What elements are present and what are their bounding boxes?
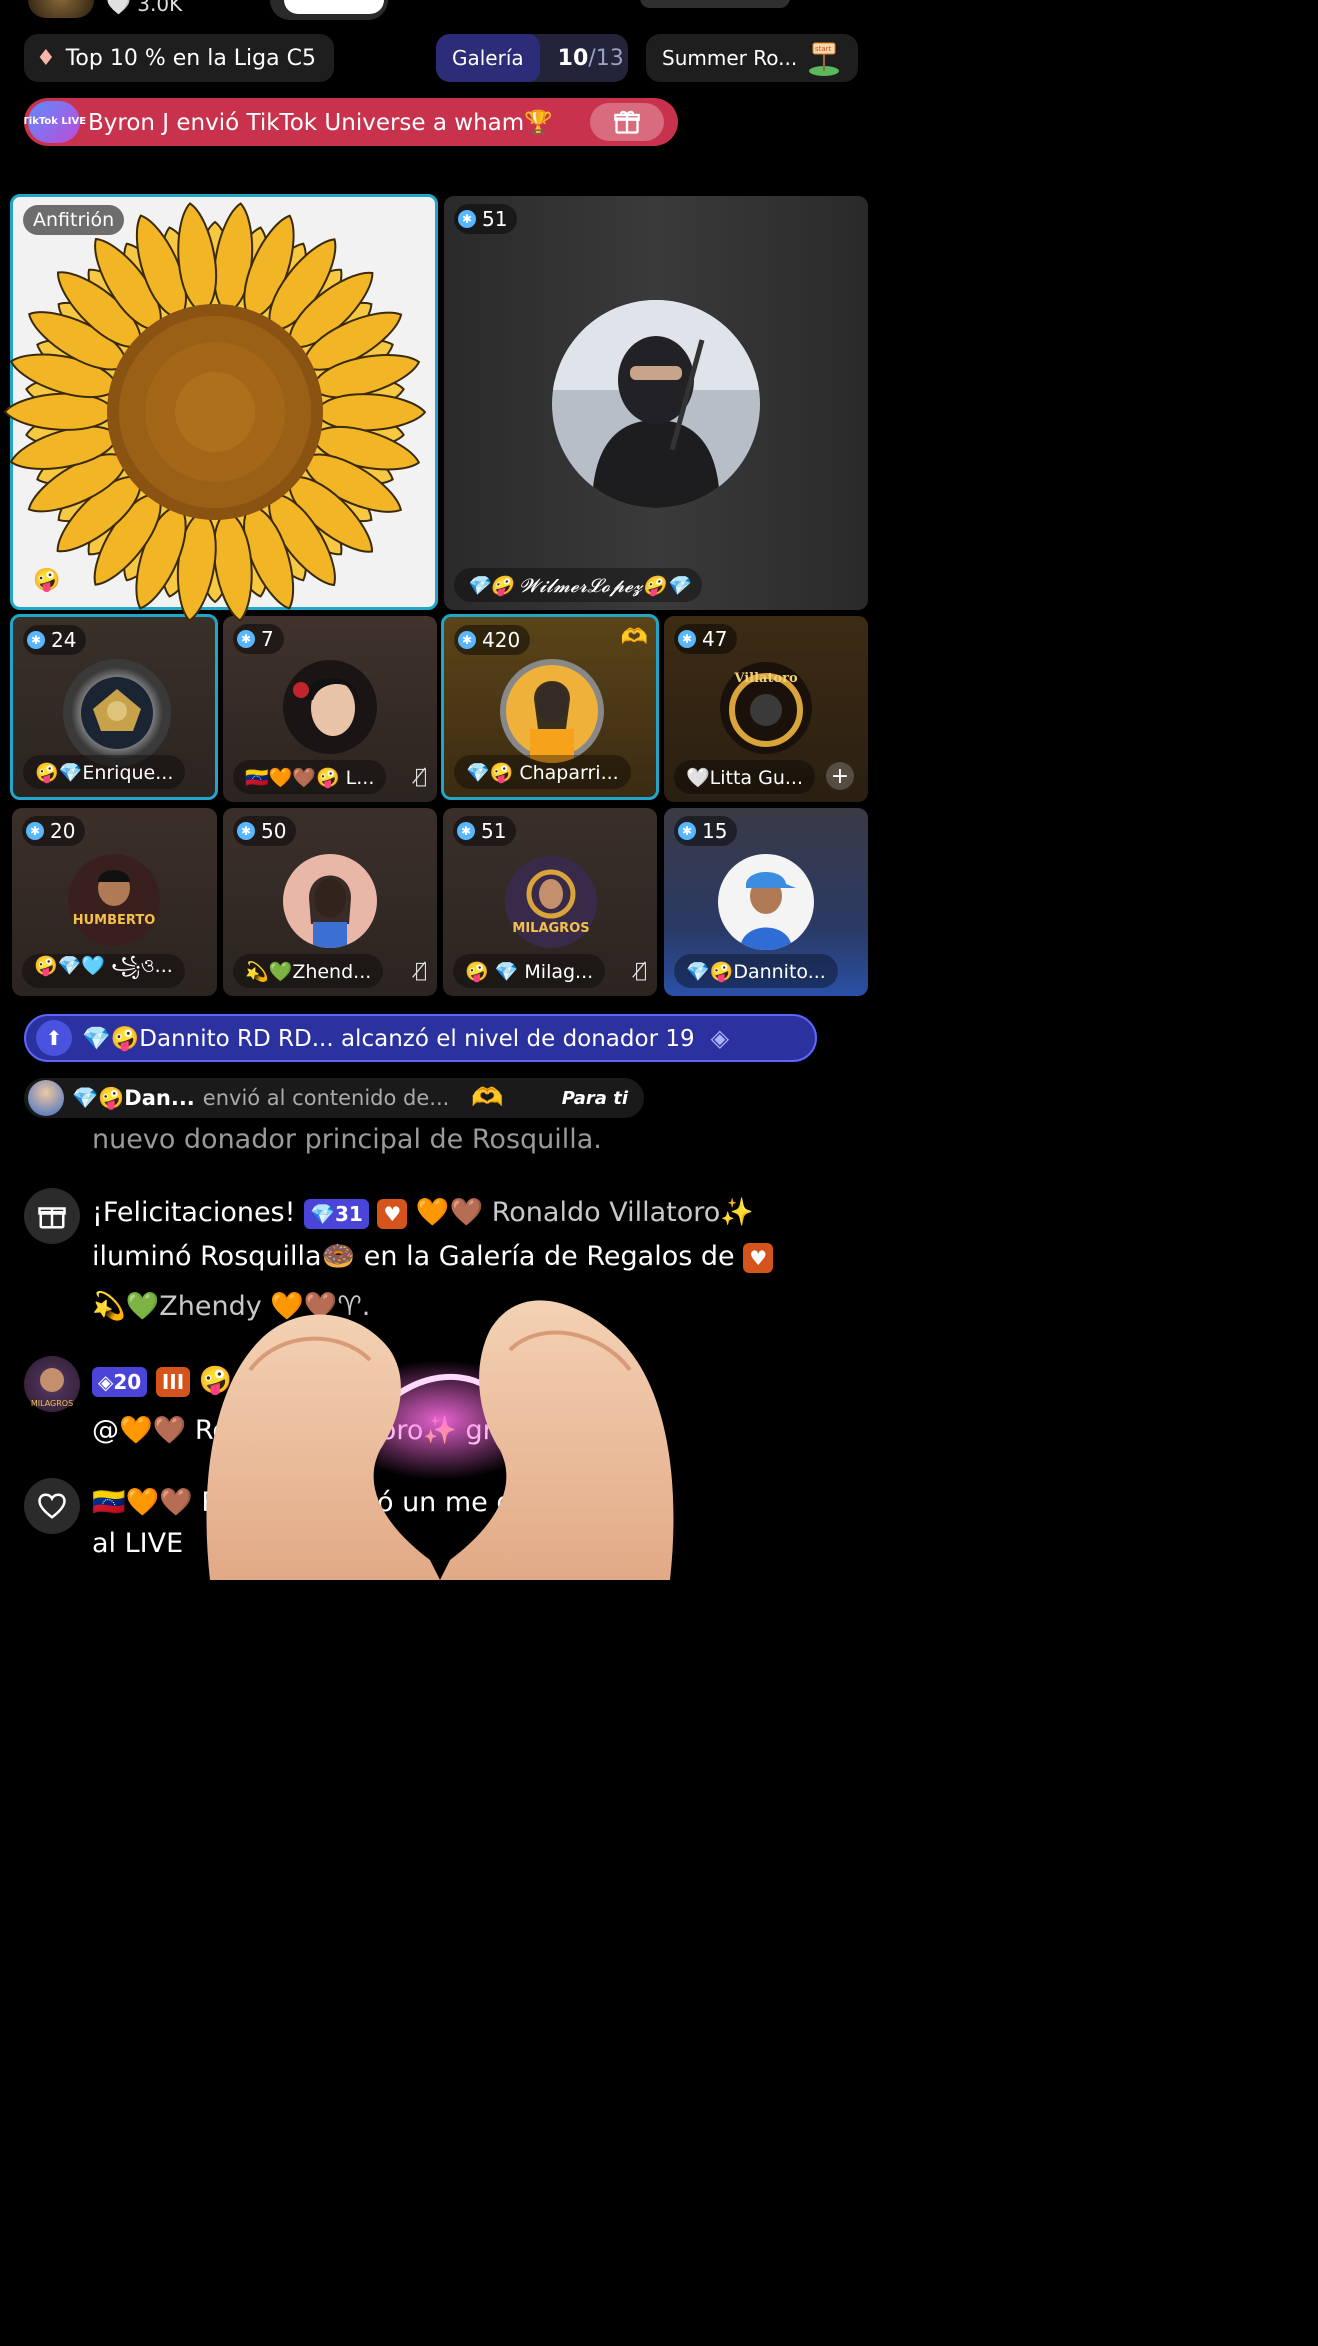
chat-text: nuevo donador principal de Rosquilla.	[92, 1124, 602, 1155]
avatar-text: MILAGROS	[31, 1399, 73, 1408]
svg-text:start: start	[815, 45, 832, 53]
chat-text: iluminó Rosquilla🍩 en la Galería de Rega…	[92, 1241, 735, 1272]
guest-tile-litta[interactable]: ✱ 47 Villatoro 🤍Litta Gu... +	[664, 616, 868, 802]
score-icon: ✱	[237, 822, 255, 840]
sunflower-petal	[313, 393, 427, 432]
avatar	[63, 659, 171, 767]
tiktok-live-logo: TikTok LIVE	[24, 101, 86, 143]
avatar-text: HUMBERTO	[73, 913, 156, 928]
guest-score: ✱ 15	[674, 816, 738, 846]
arrow-up-icon: ⬆	[36, 1020, 72, 1056]
guest-score: ✱ 47	[674, 624, 738, 654]
follow-button[interactable]	[284, 0, 384, 14]
score-icon: ✱	[26, 822, 44, 840]
guest-name: 🤪💎🩵 ꧁ও...	[22, 954, 185, 988]
add-icon[interactable]: +	[826, 762, 854, 790]
sender-name: 💎🤪Dan...	[72, 1085, 195, 1110]
guest-tile-dannito[interactable]: ✱ 15 💎🤪Dannito...	[664, 808, 868, 996]
gallery-chip[interactable]: Galería 10/13	[436, 34, 628, 82]
gift-banner[interactable]: TikTok LIVE Byron J envió TikTok Univers…	[24, 98, 678, 146]
guest-score: ✱ 20	[22, 816, 86, 846]
summer-text: Summer Ro...	[662, 46, 798, 70]
avatar	[283, 854, 377, 948]
fan-badge: ♥	[377, 1198, 408, 1229]
heart-hands-icon: 🫶	[471, 1083, 504, 1113]
diamond-icon: ◈	[710, 1024, 730, 1052]
guest-tile-zhendy[interactable]: ✱ 50 💫💚Zhend... 🎙̸	[223, 808, 437, 996]
league-chip[interactable]: ♦ Top 10 % en la Liga C5	[24, 34, 334, 82]
guest-name: 🤪 💎 Milag...	[453, 954, 606, 988]
mic-muted-icon: 🎙̸	[414, 958, 427, 982]
league-text: Top 10 % en la Liga C5	[65, 45, 316, 71]
summer-chip[interactable]: Summer Ro... start	[646, 34, 858, 82]
for-you-tag: Para ti	[561, 1087, 628, 1109]
chat-message-line: al LIVE	[92, 1528, 183, 1559]
avatar[interactable]: MILAGROS	[24, 1356, 80, 1412]
avatar	[283, 660, 377, 754]
guest-name: 🤪💎Enrique...	[23, 755, 186, 789]
guest-tile-milagros[interactable]: ✱ 51 MILAGROS 🤪 💎 Milag... 🎙̸	[443, 808, 657, 996]
guest-score: ✱ 50	[233, 816, 297, 846]
sunflower-gift-effect	[3, 202, 427, 622]
level-badge: ◈ 20	[92, 1366, 148, 1397]
avatar-text: MILAGROS	[512, 921, 589, 936]
fan-badge: III	[155, 1366, 191, 1397]
guest-tile-wilmer[interactable]: ✱ 51 💎🤪 𝓦𝓲𝓵𝓶𝓮𝓻𝓛𝓸𝓹𝓮𝔃🤪💎	[444, 196, 868, 610]
host-avatar[interactable]	[28, 0, 94, 18]
mic-muted-icon: 🎙̸	[414, 764, 427, 788]
chat-text: ¡Felicitaciones!	[92, 1197, 296, 1228]
gift-sent-row[interactable]: 💎🤪Dan... envió al contenido de... 🫶 Para…	[24, 1078, 644, 1118]
gift-icon	[24, 1188, 80, 1244]
score-icon: ✱	[678, 822, 696, 840]
mic-muted-icon: 🎙̸	[634, 958, 647, 982]
guest-score: ✱ 51	[453, 816, 517, 846]
golf-flag-icon: start	[809, 42, 840, 76]
guest-name: 💫💚Zhend...	[233, 954, 384, 988]
chat-text: 🧡🤎 Ronaldo Villatoro✨	[415, 1197, 754, 1228]
gallery-label: Galería	[436, 34, 540, 82]
heart-hands-gift-effect	[206, 1300, 674, 1580]
guest-name: 💎🤪Dannito...	[674, 954, 838, 988]
gallery-count: 10/13	[557, 45, 624, 71]
level-banner-text: 💎🤪Dannito RD RD... alcanzó el nivel de d…	[82, 1025, 695, 1052]
chat-message-line: iluminó Rosquilla🍩 en la Galería de Rega…	[92, 1240, 774, 1273]
top-viewers[interactable]	[640, 0, 790, 8]
avatar-text: Villatoro	[733, 671, 798, 686]
level-badge: 💎 31	[304, 1198, 369, 1229]
score-icon: ✱	[457, 822, 475, 840]
gift-action-text: envió al contenido de...	[202, 1086, 450, 1110]
avatar	[28, 1080, 64, 1116]
guest-name: 🤍Litta Gu...	[674, 760, 815, 794]
fan-badge: ♥	[743, 1242, 774, 1273]
score-icon: ✱	[678, 630, 696, 648]
chat-message-congrats: ¡Felicitaciones! 💎 31 ♥ 🧡🤎 Ronaldo Villa…	[92, 1196, 754, 1229]
donor-level-banner[interactable]: ⬆ 💎🤪Dannito RD RD... alcanzó el nivel de…	[24, 1014, 817, 1062]
chat-message: nuevo donador principal de Rosquilla.	[92, 1124, 602, 1155]
avatar: MILAGROS	[503, 854, 599, 950]
guest-name: 💎🤪 𝓦𝓲𝓵𝓶𝓮𝓻𝓛𝓸𝓹𝓮𝔃🤪💎	[454, 568, 702, 602]
guest-name: 💎🤪 Chaparri...	[454, 755, 631, 789]
avatar	[552, 300, 760, 508]
heart-hands-icon: 🫶	[620, 625, 648, 650]
gift-banner-text: Byron J envió TikTok Universe a wham🏆	[88, 109, 553, 136]
guest-name: 🇻🇪🧡🤎🤪 L...	[233, 760, 387, 794]
diamond-icon: ♦	[36, 45, 56, 71]
avatar: HUMBERTO	[66, 852, 162, 948]
chat-text: al LIVE	[92, 1528, 184, 1559]
avatar: Villatoro	[718, 660, 814, 756]
avatar	[718, 854, 814, 950]
heart-icon	[24, 1478, 80, 1534]
guest-tile-humberto[interactable]: ✱ 20 HUMBERTO 🤪💎🩵 ꧁ও...	[12, 808, 217, 996]
avatar	[500, 659, 604, 763]
viewer-count: 🤍 3.0K	[106, 0, 183, 16]
sunflower-petal	[3, 392, 117, 431]
gift-icon[interactable]	[590, 103, 664, 141]
